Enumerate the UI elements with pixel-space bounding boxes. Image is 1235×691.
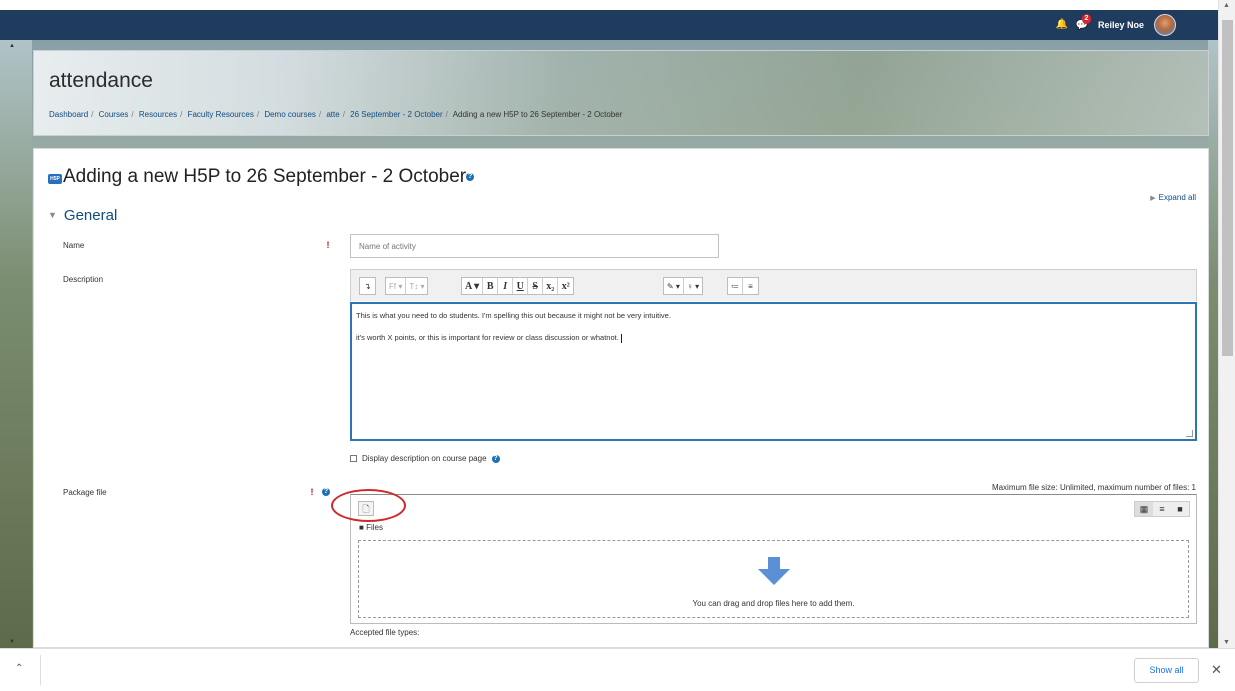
files-folder[interactable]: ■ Files	[359, 523, 383, 532]
description-paragraph-2: it's worth X points, or this is importan…	[356, 333, 1191, 343]
name-label: Name	[63, 241, 85, 250]
divider	[40, 655, 41, 685]
page-scroll-arrows: ▲ ▼	[8, 40, 16, 648]
display-description-checkbox[interactable]	[350, 455, 357, 462]
breadcrumb-resources[interactable]: Resources	[139, 110, 177, 119]
description-label: Description	[63, 275, 104, 284]
breadcrumb-course[interactable]: atte	[326, 110, 339, 119]
highlight-button[interactable]: ♀ ▾	[684, 278, 702, 294]
drop-zone[interactable]: You can drag and drop files here to add …	[358, 540, 1189, 618]
navbar-user-area: 🔔 💬 2 Reiley Noe	[1056, 10, 1176, 40]
help-icon[interactable]: ?	[491, 454, 500, 463]
user-name[interactable]: Reiley Noe	[1098, 20, 1144, 30]
page-title: Adding a new H5P to 26 September - 2 Oct…	[63, 166, 475, 188]
resize-handle-icon[interactable]	[1186, 430, 1193, 437]
accepted-file-types: Accepted file types:	[350, 628, 420, 637]
toolbar-group-font: Ff ▾ T↕ ▾	[385, 277, 429, 295]
breadcrumb-demo-courses[interactable]: Demo courses	[264, 110, 316, 119]
bell-icon[interactable]: 🔔	[1056, 20, 1068, 30]
scroll-down-icon[interactable]: ▼	[1223, 639, 1230, 646]
triangle-right-icon: ▶	[1150, 195, 1156, 202]
background-right	[1208, 40, 1218, 648]
breadcrumb-faculty-resources[interactable]: Faculty Resources	[188, 110, 254, 119]
expand-all-link[interactable]: ▶ Expand all	[1150, 193, 1196, 202]
display-description-label: Display description on course page	[362, 454, 487, 463]
toolbar-toggle-button[interactable]: ↴	[360, 278, 375, 294]
toolbar-group-toggle: ↴	[359, 277, 376, 295]
style-button[interactable]: ✎ ▾	[664, 278, 684, 294]
text-caret	[620, 333, 622, 343]
annotation-circle	[331, 489, 406, 522]
italic-button[interactable]: I	[498, 278, 514, 294]
scroll-down-arrow-icon[interactable]: ▼	[9, 639, 15, 645]
h5p-icon: H5P	[48, 174, 62, 184]
unordered-list-button[interactable]: ≔	[728, 278, 743, 294]
chevron-up-icon[interactable]: ⌃	[15, 663, 23, 674]
breadcrumb-dashboard[interactable]: Dashboard	[49, 110, 88, 119]
toolbar-group-style: ✎ ▾ ♀ ▾	[663, 277, 704, 295]
description-paragraph-1: This is what you need to do students. I'…	[356, 311, 671, 320]
package-file-label: Package file	[63, 488, 107, 497]
description-editor[interactable]: This is what you need to do students. I'…	[350, 302, 1197, 441]
page-header: attendance Dashboard / Courses / Resources…	[33, 50, 1209, 136]
file-picker: 🗋 ▦ ≡ ■ ■ Files You can drag and drop fi…	[331, 489, 1197, 624]
editor-toolbar: ↴ Ff ▾ T↕ ▾ A ▾ B I U S x₂ x² ✎ ▾ ♀ ▾ ≔ …	[350, 269, 1197, 301]
max-file-size-text: Maximum file size: Unlimited, maximum nu…	[991, 483, 1196, 492]
main-content: H5P Adding a new H5P to 26 September - 2…	[33, 148, 1209, 648]
background-left	[0, 40, 32, 648]
breadcrumb-courses[interactable]: Courses	[99, 110, 129, 119]
scroll-up-icon[interactable]: ▲	[1223, 2, 1230, 9]
view-switcher: ▦ ≡ ■	[1134, 501, 1190, 517]
messages-icon[interactable]: 💬 2	[1076, 13, 1092, 31]
bold-button[interactable]: B	[483, 278, 499, 294]
breadcrumb: Dashboard / Courses / Resources / Faculty R…	[49, 110, 623, 119]
scroll-up-arrow-icon[interactable]: ▲	[9, 43, 15, 49]
folder-view-icon[interactable]: ■	[1171, 502, 1189, 516]
display-description-row: Display description on course page ?	[350, 454, 500, 463]
expand-all-label: Expand all	[1158, 193, 1196, 202]
font-family-button[interactable]: Ff ▾	[386, 278, 407, 294]
section-general-label: General	[63, 207, 118, 224]
page-title-text: Adding a new H5P to 26 September - 2 Oct…	[63, 166, 467, 187]
course-title: attendance	[49, 69, 153, 92]
toolbar-group-lists: ≔ ≡	[727, 277, 759, 295]
message-count-badge: 2	[1081, 13, 1092, 24]
ordered-list-button[interactable]: ≡	[743, 278, 758, 294]
chevron-down-icon: ▼	[48, 210, 57, 220]
strikethrough-button[interactable]: S	[528, 278, 544, 294]
toolbar-group-format: A ▾ B I U S x₂ x²	[461, 277, 575, 295]
required-icon: !	[326, 240, 330, 250]
subscript-button[interactable]: x₂	[543, 278, 559, 294]
underline-button[interactable]: U	[513, 278, 529, 294]
download-bar: ⌃ Show all ✕	[0, 648, 1235, 691]
breadcrumb-section[interactable]: 26 September - 2 October	[350, 110, 443, 119]
required-icon: !	[310, 487, 314, 497]
scrollbar-thumb[interactable]	[1222, 20, 1233, 356]
list-view-icon[interactable]: ≡	[1153, 502, 1171, 516]
help-icon[interactable]: ?	[466, 172, 475, 181]
drop-zone-text: You can drag and drop files here to add …	[692, 599, 855, 608]
files-folder-label: Files	[366, 523, 383, 532]
name-input[interactable]	[350, 234, 719, 258]
close-icon[interactable]: ✕	[1211, 662, 1222, 678]
avatar[interactable]	[1154, 14, 1176, 36]
top-navbar: 🔔 💬 2 Reiley Noe	[0, 10, 1218, 40]
text-color-button[interactable]: A ▾	[462, 278, 484, 294]
grid-view-icon[interactable]: ▦	[1135, 502, 1153, 516]
folder-icon: ■	[359, 523, 364, 532]
font-size-button[interactable]: T↕ ▾	[406, 278, 427, 294]
superscript-button[interactable]: x²	[558, 278, 573, 294]
description-paragraph-2-text: it's worth X points, or this is importan…	[356, 333, 619, 342]
scrollbar[interactable]: ▲ ▼	[1218, 0, 1235, 648]
show-all-button[interactable]: Show all	[1134, 658, 1199, 683]
section-general[interactable]: ▼ General	[48, 207, 117, 224]
down-arrow-icon	[757, 557, 790, 585]
breadcrumb-current: Adding a new H5P to 26 September - 2 Oct…	[452, 110, 623, 119]
help-icon[interactable]: ?	[322, 488, 330, 496]
